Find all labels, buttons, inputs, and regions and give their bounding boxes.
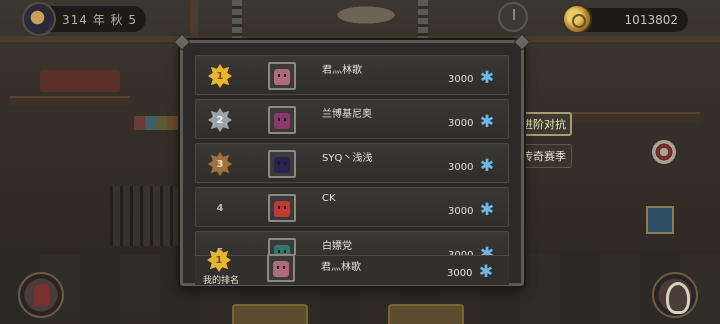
player-name: 兰博基尼奥 bbox=[322, 109, 372, 120]
ranking-row[interactable]: 5 白嫖党 3000 ✱ bbox=[195, 231, 509, 255]
advanced-match-tab[interactable]: 进阶对抗 bbox=[516, 112, 572, 136]
player-score: 3000 bbox=[447, 268, 473, 279]
player-avatar bbox=[267, 254, 295, 282]
player-portrait-button[interactable] bbox=[18, 272, 64, 318]
rank-medal-icon: 1 bbox=[207, 248, 231, 272]
gear-icon: ✱ bbox=[479, 156, 495, 176]
red-table bbox=[40, 70, 120, 92]
moon-icon bbox=[22, 2, 56, 36]
player-name: 白嫖党 bbox=[322, 241, 352, 252]
target-board bbox=[652, 140, 676, 164]
skull-ornament bbox=[316, 0, 416, 30]
avatar-face bbox=[274, 69, 290, 85]
gear-icon: ✱ bbox=[479, 244, 495, 255]
player-score: 3000 bbox=[448, 74, 474, 85]
avatar-eyes bbox=[278, 118, 286, 121]
player-score: 3000 bbox=[448, 206, 474, 217]
bottom-menu-button bbox=[388, 304, 464, 324]
ranking-row[interactable]: 3 SYQ丶浅浅 3000 ✱ bbox=[195, 143, 509, 183]
rank-medal-icon: 3 bbox=[208, 152, 232, 176]
avatar-eyes bbox=[278, 74, 286, 77]
map-portrait-button[interactable] bbox=[652, 272, 698, 318]
rank-medal-icon: 4 bbox=[216, 202, 224, 214]
player-avatar bbox=[268, 194, 296, 222]
player-avatar bbox=[268, 62, 296, 90]
legend-season-tab-label: 传奇赛季 bbox=[522, 150, 566, 163]
ranking-row[interactable]: 4 CK 3000 ✱ bbox=[195, 187, 509, 227]
season-date-text: 314 年 秋 5 bbox=[62, 12, 137, 27]
coin-icon bbox=[562, 4, 592, 34]
gear-icon: ✱ bbox=[479, 200, 495, 220]
player-name: SYQ丶浅浅 bbox=[322, 153, 373, 164]
player-name: 君灬林歌 bbox=[321, 262, 361, 273]
gear-icon: ✱ bbox=[478, 262, 494, 282]
player-avatar bbox=[268, 150, 296, 178]
book-stack bbox=[134, 116, 178, 130]
cage-bars bbox=[110, 186, 180, 246]
wall-clock bbox=[498, 2, 528, 32]
legend-season-tab[interactable]: 传奇赛季 bbox=[516, 144, 572, 168]
avatar-face bbox=[274, 157, 290, 173]
season-date-display[interactable]: 314 年 秋 5 bbox=[22, 2, 146, 36]
ranking-row[interactable]: 1 君灬林歌 3000 ✱ bbox=[195, 55, 509, 95]
ranking-panel: 1 君灬林歌 3000 ✱ 2 兰博基尼奥 3000 ✱ 3 SYQ丶浅浅 30… bbox=[173, 33, 531, 286]
coin-amount: 1013802 bbox=[624, 13, 678, 27]
avatar-eyes bbox=[278, 206, 286, 209]
rank-medal-icon: 2 bbox=[208, 108, 232, 132]
shelf bbox=[560, 112, 700, 122]
panel-chain bbox=[232, 0, 242, 42]
gear-icon: ✱ bbox=[479, 112, 495, 132]
bottom-menu-button bbox=[232, 304, 308, 324]
avatar-eyes bbox=[278, 250, 286, 253]
coin-counter[interactable]: 1013802 bbox=[562, 4, 688, 34]
gear-icon: ✱ bbox=[479, 68, 495, 88]
panel-chain bbox=[418, 0, 428, 42]
map-easel bbox=[646, 206, 674, 234]
player-name: 君灬林歌 bbox=[322, 65, 362, 76]
avatar-face bbox=[273, 261, 289, 277]
shelf bbox=[10, 96, 130, 106]
advanced-match-tab-label: 进阶对抗 bbox=[522, 118, 566, 131]
ranking-list[interactable]: 1 君灬林歌 3000 ✱ 2 兰博基尼奥 3000 ✱ 3 SYQ丶浅浅 30… bbox=[195, 55, 509, 255]
my-ranking-row[interactable]: 1 我的排名 君灬林歌 3000 ✱ bbox=[195, 254, 509, 286]
player-avatar bbox=[268, 106, 296, 134]
player-score: 3000 bbox=[448, 118, 474, 129]
avatar-face bbox=[274, 113, 290, 129]
rank-medal-icon: 1 bbox=[208, 64, 232, 88]
player-avatar bbox=[268, 238, 296, 255]
avatar-eyes bbox=[278, 162, 286, 165]
my-ranking-label: 我的排名 bbox=[203, 276, 240, 286]
player-score: 3000 bbox=[448, 162, 474, 173]
avatar-eyes bbox=[277, 266, 285, 269]
player-name: CK bbox=[322, 193, 336, 204]
ranking-row[interactable]: 2 兰博基尼奥 3000 ✱ bbox=[195, 99, 509, 139]
avatar-face bbox=[274, 201, 290, 217]
